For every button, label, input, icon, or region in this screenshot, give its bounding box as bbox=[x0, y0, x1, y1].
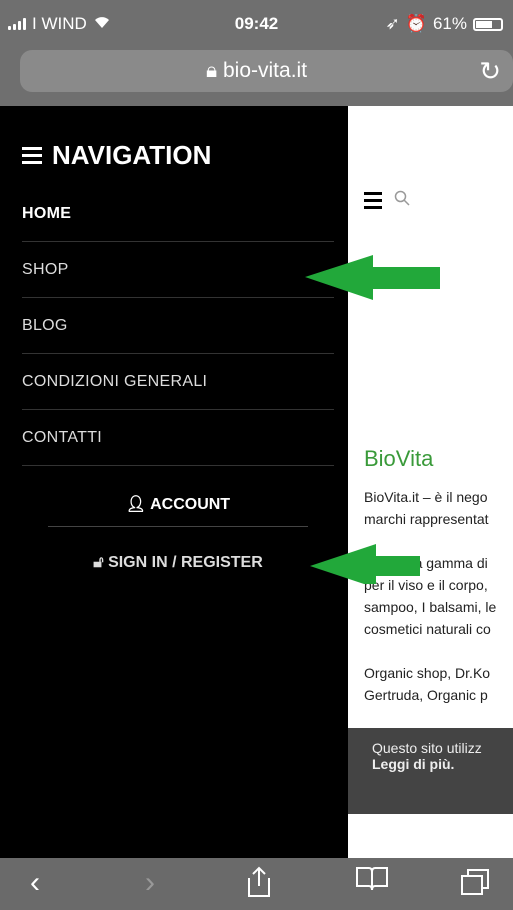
tabs-icon[interactable] bbox=[460, 866, 492, 904]
browser-chrome: 🔒︎ bio-vita.it ↻ bbox=[0, 46, 513, 106]
body-text-line: marchi rappresentat bbox=[364, 511, 489, 527]
share-icon[interactable] bbox=[245, 866, 273, 906]
address-bar[interactable]: 🔒︎ bio-vita.it ↻ bbox=[20, 50, 513, 92]
status-bar: I WIND 09:42 ➶ ⏰ 61% bbox=[0, 0, 513, 46]
search-icon[interactable] bbox=[394, 190, 410, 211]
cookie-banner: Questo sito utilizz Leggi di più. bbox=[348, 728, 513, 814]
drawer-menu: HOME SHOP BLOG CONDIZIONI GENERALI CONTA… bbox=[22, 186, 334, 466]
reload-icon[interactable]: ↻ bbox=[479, 56, 501, 87]
body-text-line: sampoo, I balsami, le bbox=[364, 599, 497, 615]
content-toolbar bbox=[364, 190, 410, 211]
account-heading: 👤︎ ACCOUNT bbox=[48, 494, 308, 527]
site-heading: BioVita bbox=[364, 446, 434, 471]
drawer-title: NAVIGATION bbox=[22, 140, 211, 171]
battery-icon bbox=[473, 17, 503, 31]
body-text-line: Gertruda, Organic p bbox=[364, 687, 488, 703]
drawer-title-label: NAVIGATION bbox=[52, 140, 212, 170]
menu-icon[interactable] bbox=[364, 192, 382, 209]
browser-toolbar: ‹ › bbox=[0, 858, 513, 910]
back-icon[interactable]: ‹ bbox=[30, 866, 40, 900]
address-text[interactable]: 🔒︎ bio-vita.it bbox=[20, 59, 493, 83]
lock-icon: 🔒︎ bbox=[205, 59, 218, 82]
navigation-drawer: NAVIGATION HOME SHOP BLOG CONDIZIONI GEN… bbox=[0, 106, 348, 858]
body-text-line: BioVita.it – è il nego bbox=[364, 489, 488, 505]
location-icon: ➶ bbox=[385, 14, 400, 33]
cookie-text: Questo sito utilizz bbox=[372, 740, 482, 756]
battery-percent: 61% bbox=[432, 14, 467, 33]
status-right: ➶ ⏰ 61% bbox=[386, 14, 503, 34]
bookmarks-icon[interactable] bbox=[355, 866, 389, 900]
nav-item-home[interactable]: HOME bbox=[22, 186, 334, 242]
annotation-arrow-signin bbox=[310, 544, 420, 584]
user-icon: 👤︎ bbox=[125, 496, 147, 513]
signin-link[interactable]: 🔓︎ SIGN IN / REGISTER bbox=[48, 554, 308, 572]
nav-item-contatti[interactable]: CONTATTI bbox=[22, 410, 334, 466]
cookie-link[interactable]: Leggi di più. bbox=[372, 756, 454, 772]
menu-icon[interactable] bbox=[22, 147, 42, 164]
annotation-arrow-shop bbox=[305, 255, 440, 300]
page-content: BioVita BioVita.it – è il nego marchi ra… bbox=[348, 106, 513, 858]
nav-item-blog[interactable]: BLOG bbox=[22, 298, 334, 354]
body-text-line: cosmetici naturali co bbox=[364, 621, 491, 637]
lock-icon: 🔓︎ bbox=[93, 554, 104, 571]
nav-item-shop[interactable]: SHOP bbox=[22, 242, 334, 298]
alarm-icon: ⏰ bbox=[405, 14, 427, 33]
forward-icon[interactable]: › bbox=[145, 866, 155, 900]
nav-item-condizioni[interactable]: CONDIZIONI GENERALI bbox=[22, 354, 334, 410]
body-text-line: Organic shop, Dr.Ko bbox=[364, 665, 491, 681]
